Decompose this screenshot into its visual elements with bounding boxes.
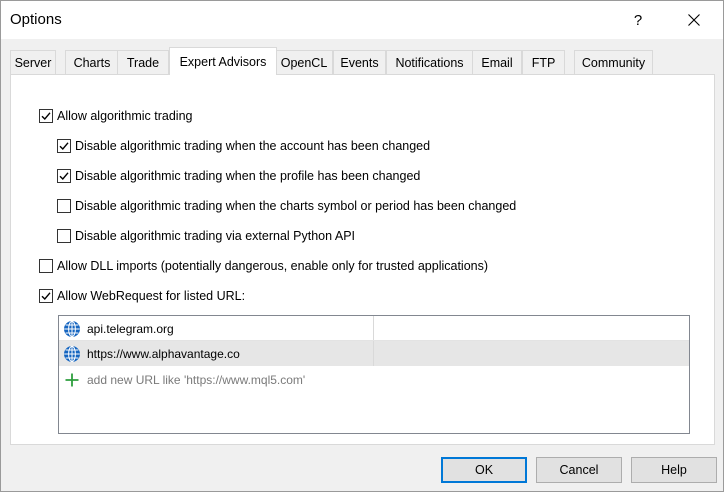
allow-webrequest-checkbox[interactable]: Allow WebRequest for listed URL: (39, 288, 245, 304)
options-dialog: Options ? Server Charts Trade Expert Adv… (0, 0, 724, 492)
disable-on-profile-change-checkbox[interactable]: Disable algorithmic trading when the pro… (57, 168, 420, 184)
checkbox-label: Disable algorithmic trading via external… (75, 229, 356, 243)
tab-label: Notifications (395, 55, 464, 70)
close-button[interactable] (677, 1, 711, 39)
ok-button[interactable]: OK (441, 457, 527, 483)
url-list-item[interactable]: api.telegram.org (59, 316, 689, 341)
checkbox-box[interactable] (39, 289, 53, 303)
checkbox-label: Allow WebRequest for listed URL: (57, 289, 246, 303)
disable-on-symbol-change-checkbox[interactable]: Disable algorithmic trading when the cha… (57, 198, 516, 214)
expert-advisors-panel: Allow algorithmic trading Disable algori… (10, 74, 715, 445)
close-icon (688, 14, 700, 26)
tab-expert-advisors[interactable]: Expert Advisors (169, 47, 277, 75)
plus-icon (65, 373, 79, 386)
tab-label: FTP (531, 55, 556, 70)
checkbox-box[interactable] (57, 139, 71, 153)
tab-events[interactable]: Events (333, 50, 386, 74)
checkbox-label: Allow DLL imports (potentially dangerous… (57, 259, 489, 273)
globe-icon (64, 320, 80, 337)
allow-algo-trading-checkbox[interactable]: Allow algorithmic trading (39, 108, 192, 124)
window-title: Options (10, 11, 62, 28)
help-title-button[interactable]: ? (623, 1, 653, 39)
title-bar[interactable]: Options ? (1, 1, 723, 39)
tab-label: OpenCL (280, 55, 328, 70)
column-divider (373, 316, 374, 341)
checkbox-box[interactable] (57, 199, 71, 213)
checkbox-box[interactable] (57, 229, 71, 243)
tab-community[interactable]: Community (574, 50, 653, 74)
check-mark-icon (41, 112, 51, 121)
tab-ftp[interactable]: FTP (522, 50, 565, 74)
tab-charts[interactable]: Charts (65, 50, 119, 74)
help-button[interactable]: Help (631, 457, 717, 483)
check-mark-icon (59, 142, 69, 151)
url-text: api.telegram.org (87, 321, 174, 336)
tab-label: Expert Advisors (179, 54, 267, 69)
add-url-row[interactable]: add new URL like 'https://www.mql5.com' (59, 367, 689, 392)
tab-label: Events (340, 55, 379, 70)
tab-notifications[interactable]: Notifications (386, 50, 473, 74)
url-list-item-selected[interactable]: https://www.alphavantage.co (59, 341, 689, 366)
disable-on-account-change-checkbox[interactable]: Disable algorithmic trading when the acc… (57, 138, 430, 154)
allow-dll-imports-checkbox[interactable]: Allow DLL imports (potentially dangerous… (39, 258, 488, 274)
checkbox-box[interactable] (39, 109, 53, 123)
tab-label: Server (14, 55, 52, 70)
column-divider (373, 341, 374, 366)
checkbox-label: Disable algorithmic trading when the cha… (75, 199, 517, 213)
check-mark-icon (41, 292, 51, 301)
checkbox-box[interactable] (57, 169, 71, 183)
checkbox-box[interactable] (39, 259, 53, 273)
checkbox-label: Disable algorithmic trading when the pro… (75, 169, 421, 183)
add-url-placeholder: add new URL like 'https://www.mql5.com' (87, 372, 306, 387)
tab-trade[interactable]: Trade (117, 50, 169, 74)
checkbox-label: Allow algorithmic trading (57, 109, 193, 123)
check-mark-icon (59, 172, 69, 181)
tab-label: Charts (73, 55, 111, 70)
tab-server[interactable]: Server (10, 50, 56, 74)
tab-label: Email (481, 55, 513, 70)
url-text: https://www.alphavantage.co (87, 346, 240, 361)
checkbox-label: Disable algorithmic trading when the acc… (75, 139, 431, 153)
url-list[interactable]: api.telegram.org https://www.alphavantag… (58, 315, 690, 434)
globe-icon (64, 345, 80, 362)
tab-label: Trade (126, 55, 160, 70)
tab-email[interactable]: Email (472, 50, 522, 74)
tab-opencl[interactable]: OpenCL (275, 50, 333, 74)
tab-label: Community (581, 55, 646, 70)
disable-via-python-api-checkbox[interactable]: Disable algorithmic trading via external… (57, 228, 355, 244)
cancel-button[interactable]: Cancel (536, 457, 622, 483)
